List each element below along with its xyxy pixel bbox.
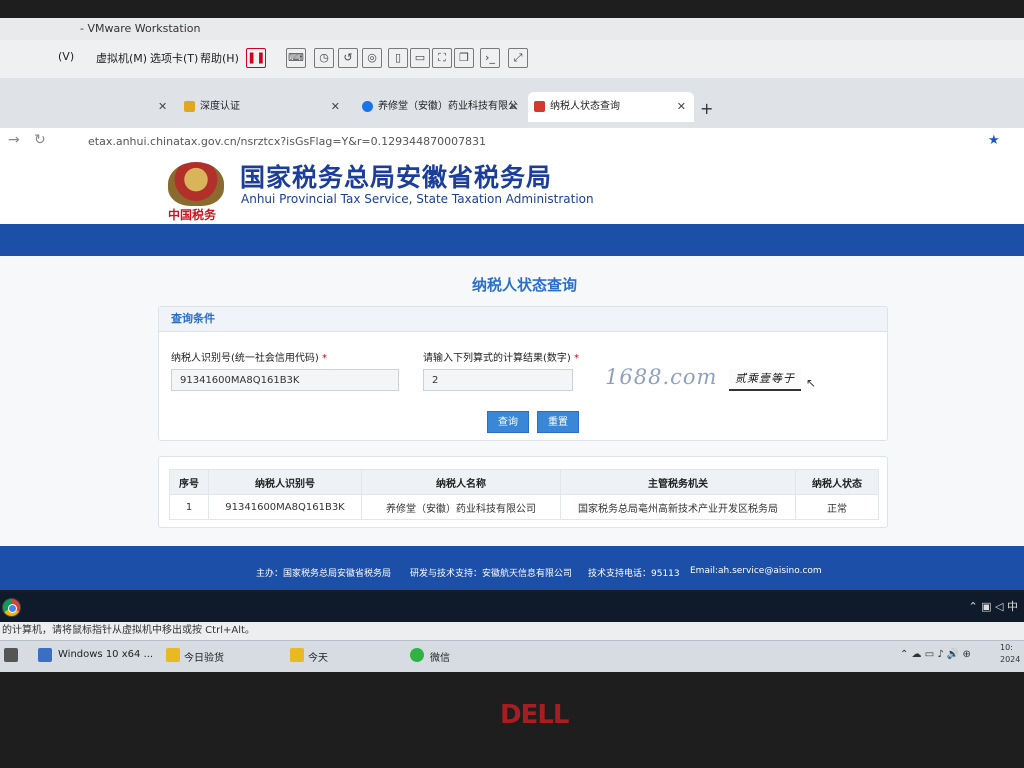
site-header: 中国税务 国家税务总局安徽省税务局 Anhui Provincial Tax S… (0, 156, 1024, 226)
fullscreen-icon[interactable]: ⛶ (432, 48, 452, 68)
results-panel: 序号 纳税人识别号 纳税人名称 主管税务机关 纳税人状态 1 91341600M… (158, 456, 888, 528)
menu-vm[interactable]: 虚拟机(M) (96, 50, 147, 66)
vmware-icon[interactable] (38, 648, 52, 662)
tab-favicon-icon (534, 101, 545, 112)
wechat-icon[interactable] (410, 648, 424, 662)
taskbar-wechat[interactable]: 微信 (430, 649, 450, 664)
cell-index: 1 (169, 494, 209, 520)
search-button[interactable]: 查询 (487, 411, 529, 433)
tax-emblem-icon (168, 162, 224, 206)
captcha-label: 请输入下列算式的计算结果(数字) * (423, 353, 579, 364)
reset-button[interactable]: 重置 (537, 411, 579, 433)
taskbar-folder-inspection[interactable]: 今日验货 (184, 649, 224, 664)
taxpayer-id-label: 纳税人识别号(统一社会信用代码) * (171, 353, 327, 364)
menu-tabs[interactable]: 选项卡(T) (150, 50, 198, 66)
close-tab-icon[interactable]: ✕ (331, 92, 340, 122)
cell-taxpayer-name: 养修堂（安徽）药业科技有限公司 (361, 494, 561, 520)
console-icon[interactable]: ›_ (480, 48, 500, 68)
col-header: 纳税人名称 (361, 469, 561, 495)
tab-label: 养修堂（安徽）药业科技有限公 (378, 101, 518, 112)
site-title-cn: 国家税务总局安徽省税务局 (240, 163, 553, 192)
vmware-title: - VMware Workstation (80, 22, 201, 35)
results-table: 序号 纳税人识别号 纳税人名称 主管税务机关 纳税人状态 1 91341600M… (169, 469, 879, 520)
footer-email[interactable]: Email:ah.service@aisino.com (690, 566, 822, 576)
site-slogan: 中国税务 (168, 208, 217, 222)
revert-snapshot-icon[interactable]: ↺ (338, 48, 358, 68)
tab-company[interactable]: 养修堂（安徽）药业科技有限公 ✕ (356, 92, 526, 122)
system-tray-icons: ⌃ ☁ ▭ ♪ 🔊 ⊕ (900, 649, 971, 660)
new-tab-icon[interactable]: + (700, 99, 713, 118)
captcha-image[interactable]: 贰乘壹等于 (729, 369, 801, 391)
taskbar-folder-today[interactable]: 今天 (308, 649, 328, 664)
col-header: 纳税人状态 (795, 469, 879, 495)
tab-deep-auth[interactable]: 深度认证 ✕ (178, 92, 348, 122)
close-tab-icon[interactable]: ✕ (509, 92, 518, 122)
main-content: 纳税人状态查询 查询条件 纳税人识别号(统一社会信用代码) * 91341600… (0, 256, 1024, 546)
screen-bezel-top (0, 0, 1024, 18)
table-row: 1 91341600MA8Q161B3K 养修堂（安徽）药业科技有限公司 国家税… (169, 494, 879, 520)
close-tab-icon[interactable]: ✕ (158, 100, 167, 113)
cell-taxpayer-id: 91341600MA8Q161B3K (208, 494, 362, 520)
taskbar-vm[interactable]: Windows 10 x64 ... (58, 649, 153, 660)
col-header: 纳税人识别号 (208, 469, 362, 495)
forward-icon[interactable]: → (8, 132, 20, 148)
send-keys-icon[interactable]: ⌨ (286, 48, 306, 68)
page-title: 纳税人状态查询 (472, 276, 578, 294)
cell-tax-authority: 国家税务总局亳州高新技术产业开发区税务局 (560, 494, 796, 520)
clock-time: 10: (1000, 643, 1013, 652)
stretch-icon[interactable]: ⤢ (508, 48, 528, 68)
mouse-cursor-icon: ↖ (806, 376, 817, 390)
nav-band (0, 224, 1024, 256)
browser-tabbar: ✕ 深度认证 ✕ 养修堂（安徽）药业科技有限公 ✕ 纳税人状态查询 ✕ + (0, 78, 1024, 128)
guest-tray-icons: ⌃ ▣ ◁ 中 (968, 600, 1018, 613)
query-panel-title: 查询条件 (159, 307, 887, 332)
folder-icon[interactable] (166, 648, 180, 662)
folder-icon[interactable] (290, 648, 304, 662)
tab-taxpayer-status[interactable]: 纳税人状态查询 ✕ (528, 92, 694, 122)
tab-label: 纳税人状态查询 (550, 101, 620, 112)
footer-dev: 研发与技术支持：安徽航天信息有限公司 (410, 569, 573, 579)
footer-host: 主办：国家税务总局安徽省税务局 (256, 569, 392, 579)
col-header: 序号 (169, 469, 209, 495)
tab-favicon-icon (362, 101, 373, 112)
pause-icon[interactable]: ❚❚ (246, 48, 266, 68)
query-panel: 查询条件 纳税人识别号(统一社会信用代码) * 91341600MA8Q161B… (158, 306, 888, 441)
host-taskbar: Windows 10 x64 ... 今日验货 今天 微信 ⌃ ☁ ▭ ♪ 🔊 … (0, 640, 1024, 673)
tab-favicon-icon (184, 101, 195, 112)
chrome-icon[interactable] (2, 598, 21, 617)
menu-help[interactable]: 帮助(H) (200, 50, 239, 66)
address-bar: → ↻ etax.anhui.chinatax.gov.cn/nsrztcx?i… (0, 128, 1024, 157)
vmware-titlebar: - VMware Workstation (0, 18, 1024, 40)
site-title-en: Anhui Provincial Tax Service, State Taxa… (241, 192, 594, 206)
url-field[interactable]: etax.anhui.chinatax.gov.cn/nsrztcx?isGsF… (88, 135, 486, 148)
reload-icon[interactable]: ↻ (34, 132, 46, 148)
snapshot-icon[interactable]: ◷ (314, 48, 334, 68)
dell-logo: DELL (500, 700, 569, 730)
cell-status: 正常 (795, 494, 879, 520)
library-icon[interactable]: ▯ (388, 48, 408, 68)
tab-label: 深度认证 (200, 101, 240, 112)
watermark: 1688.com (605, 365, 718, 389)
menu-view[interactable]: (V) (58, 50, 74, 63)
site-footer: 主办：国家税务总局安徽省税务局 研发与技术支持：安徽航天信息有限公司 技术支持电… (0, 546, 1024, 590)
captcha-input[interactable]: 2 (423, 369, 573, 391)
vmware-menubar: (V) 虚拟机(M) 选项卡(T) 帮助(H) ❚❚ ⌨ ◷ ↺ ◎ ▯ ▭ ⛶… (0, 40, 1024, 79)
col-header: 主管税务机关 (560, 469, 796, 495)
unity-icon[interactable]: ❐ (454, 48, 474, 68)
table-header-row: 序号 纳税人识别号 纳税人名称 主管税务机关 纳税人状态 (169, 469, 879, 495)
taxpayer-id-input[interactable]: 91341600MA8Q161B3K (171, 369, 399, 391)
snapshot-manager-icon[interactable]: ◎ (362, 48, 382, 68)
vmware-statusbar: 的计算机，请将鼠标指针从虚拟机中移出或按 Ctrl+Alt。 (0, 622, 1024, 640)
guest-taskbar: ⌃ ▣ ◁ 中 (0, 592, 1024, 622)
thumbnail-icon[interactable]: ▭ (410, 48, 430, 68)
close-tab-icon[interactable]: ✕ (677, 92, 686, 122)
bookmark-star-icon[interactable]: ★ (988, 133, 1000, 148)
clock-date: 2024 (1000, 655, 1021, 664)
footer-phone: 技术支持电话：95113 (588, 569, 680, 579)
calculator-icon[interactable] (4, 648, 18, 662)
